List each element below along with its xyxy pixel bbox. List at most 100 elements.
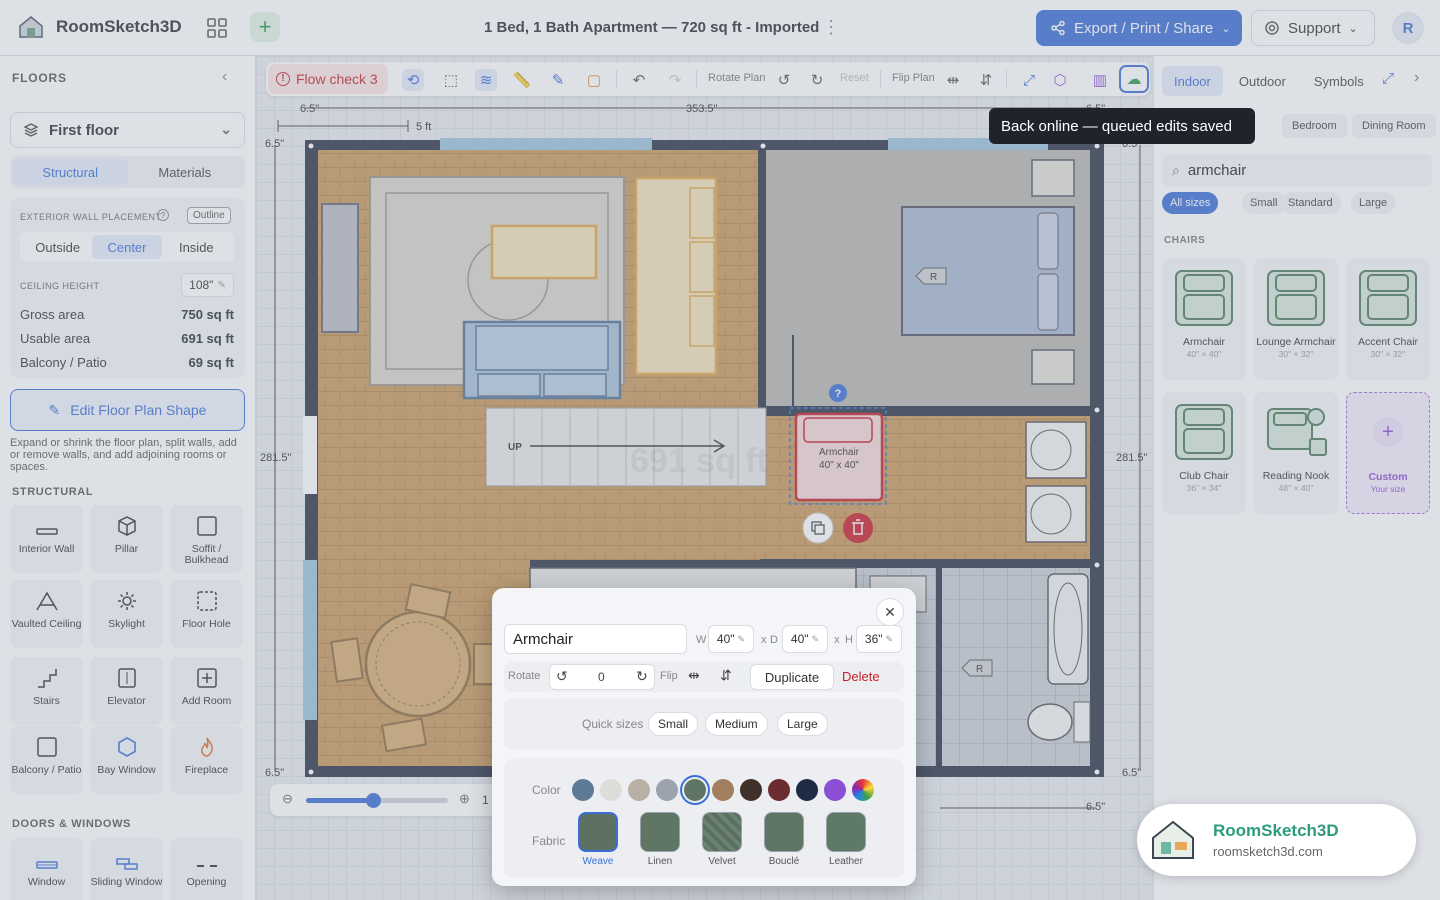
tool-add-room[interactable]: Add Room (170, 657, 243, 725)
room-chip-dining[interactable]: Dining Room (1352, 114, 1436, 138)
tab-structural[interactable]: Structural (13, 159, 128, 185)
chevron-right-icon[interactable]: › (1414, 69, 1419, 87)
custom-chair-item[interactable]: + Custom Your size (1346, 392, 1430, 514)
tool-fireplace[interactable]: Fireplace (170, 726, 243, 794)
height-input[interactable]: 36" ✎ (856, 625, 902, 653)
fabric-boucle[interactable] (764, 812, 804, 852)
color-swatch[interactable] (656, 779, 678, 801)
tool-floor-hole[interactable]: Floor Hole (170, 580, 243, 648)
expand-panel-icon[interactable]: ⤢ (1382, 70, 1394, 87)
tab-symbols[interactable]: Symbols (1302, 66, 1376, 96)
flip-vertical-icon[interactable]: ⇵ (720, 667, 732, 684)
layers-icon[interactable]: ≋ (475, 69, 497, 91)
fabric-linen[interactable] (640, 812, 680, 852)
chair-item[interactable]: Lounge Armchair 30" × 32" (1254, 258, 1338, 380)
size-filter-all[interactable]: All sizes (1162, 192, 1219, 214)
fabric-velvet[interactable] (702, 812, 742, 852)
chair-item[interactable]: Armchair 40" × 40" (1162, 258, 1246, 380)
building-icon[interactable]: ▥ (1089, 69, 1111, 91)
color-swatch[interactable] (572, 779, 594, 801)
ruler-icon[interactable]: 📏 (511, 69, 533, 91)
magnet-icon[interactable]: ⟲ (402, 69, 424, 91)
export-button[interactable]: Export / Print / Share ⌄ (1036, 10, 1242, 46)
cloud-sync-icon[interactable]: ☁ (1119, 65, 1149, 93)
quick-size-small[interactable]: Small (648, 712, 699, 736)
zoom-in-icon[interactable]: ⊕ (459, 791, 470, 807)
rotate-left-icon[interactable]: ↺ (556, 668, 568, 685)
tool-window[interactable]: Window (10, 838, 83, 900)
duplicate-button[interactable]: Duplicate (750, 664, 834, 690)
dashboard-grid-icon[interactable] (204, 15, 230, 41)
tab-indoor[interactable]: Indoor (1162, 66, 1223, 96)
support-button[interactable]: Support ⌄ (1251, 10, 1375, 46)
rotate-left-icon[interactable]: ↺ (773, 69, 795, 91)
tool-opening[interactable]: Opening (170, 838, 243, 900)
tool-vaulted-ceiling[interactable]: Vaulted Ceiling (10, 580, 83, 648)
tool-balcony[interactable]: Balcony / Patio (10, 726, 83, 794)
flip-vertical-icon[interactable]: ⇵ (975, 69, 997, 91)
width-input[interactable]: 40" ✎ (708, 625, 754, 653)
ceiling-height-input[interactable]: 108" ✎ (181, 273, 234, 297)
fabric-weave[interactable] (578, 812, 618, 852)
tool-sliding-window[interactable]: Sliding Window (90, 838, 163, 900)
rotate-value[interactable]: 0 (598, 670, 605, 684)
fabric-leather[interactable] (826, 812, 866, 852)
new-project-button[interactable]: + (250, 12, 280, 42)
color-swatch[interactable] (796, 779, 818, 801)
furniture-name-input[interactable]: Armchair (504, 624, 687, 654)
zoom-slider-handle[interactable] (365, 793, 381, 808)
tool-soffit[interactable]: Soffit / Bulkhead (170, 505, 243, 573)
chair-item[interactable]: Reading Nook 48" × 40" (1254, 392, 1338, 514)
color-swatch[interactable] (740, 779, 762, 801)
tab-materials[interactable]: Materials (128, 159, 243, 185)
user-avatar[interactable]: R (1392, 12, 1424, 44)
chair-item[interactable]: Club Chair 36" × 34" (1162, 392, 1246, 514)
undo-icon[interactable]: ↶ (628, 69, 650, 91)
flip-horizontal-icon[interactable]: ⇹ (942, 69, 964, 91)
delete-handle[interactable] (843, 513, 873, 543)
placement-inside[interactable]: Inside (162, 235, 231, 259)
color-swatch[interactable] (768, 779, 790, 801)
custom-color-swatch[interactable] (852, 779, 874, 801)
size-filter-standard[interactable]: Standard (1280, 192, 1341, 214)
magic-wand-icon[interactable]: ✎ (547, 69, 569, 91)
edit-floor-plan-button[interactable]: ✎ Edit Floor Plan Shape (10, 389, 245, 431)
tool-bay-window[interactable]: Bay Window (90, 726, 163, 794)
close-button[interactable]: ✕ (876, 598, 904, 626)
document-title[interactable]: 1 Bed, 1 Bath Apartment — 720 sq ft - Im… (484, 19, 819, 36)
collapse-sidebar-icon[interactable]: ‹ (222, 68, 227, 86)
tool-elevator[interactable]: Elevator (90, 657, 163, 725)
expand-icon[interactable]: ⤢ (1018, 69, 1040, 91)
color-swatch[interactable] (712, 779, 734, 801)
help-icon[interactable]: ? (157, 209, 169, 221)
brand[interactable]: RoomSketch3D (16, 12, 182, 42)
library-search-input[interactable]: ⌕ armchair (1162, 154, 1432, 186)
rotate-right-icon[interactable]: ↻ (636, 668, 648, 685)
select-icon[interactable]: ⬚ (440, 69, 462, 91)
depth-input[interactable]: 40" ✎ (782, 625, 828, 653)
zoom-slider-track[interactable] (306, 793, 448, 808)
tab-outdoor[interactable]: Outdoor (1227, 66, 1298, 96)
delete-button[interactable]: Delete (842, 669, 880, 684)
redo-icon[interactable]: ↷ (664, 69, 686, 91)
color-swatch[interactable] (684, 779, 706, 801)
color-swatch[interactable] (600, 779, 622, 801)
flow-check-button[interactable]: ! Flow check 3 (268, 64, 388, 94)
flip-horizontal-icon[interactable]: ⇹ (688, 667, 700, 684)
file-icon[interactable]: ▢ (583, 69, 605, 91)
tool-pillar[interactable]: Pillar (90, 505, 163, 573)
color-swatch[interactable] (628, 779, 650, 801)
floor-selector[interactable]: First floor ⌄ (10, 112, 245, 148)
more-menu-icon[interactable]: ⋮ (822, 18, 840, 36)
zoom-out-icon[interactable]: ⊖ (282, 791, 293, 807)
room-chip-bedroom[interactable]: Bedroom (1282, 114, 1347, 138)
tool-stairs[interactable]: Stairs (10, 657, 83, 725)
tool-interior-wall[interactable]: Interior Wall (10, 505, 83, 573)
chair-item[interactable]: Accent Chair 30" × 32" (1346, 258, 1430, 380)
quick-size-large[interactable]: Large (777, 712, 828, 736)
reset-button[interactable]: Reset (840, 72, 869, 84)
size-filter-small[interactable]: Small (1242, 192, 1286, 214)
placement-outside[interactable]: Outside (23, 235, 92, 259)
rotate-right-icon[interactable]: ↻ (806, 69, 828, 91)
3d-cube-icon[interactable]: ⬡ (1049, 69, 1071, 91)
